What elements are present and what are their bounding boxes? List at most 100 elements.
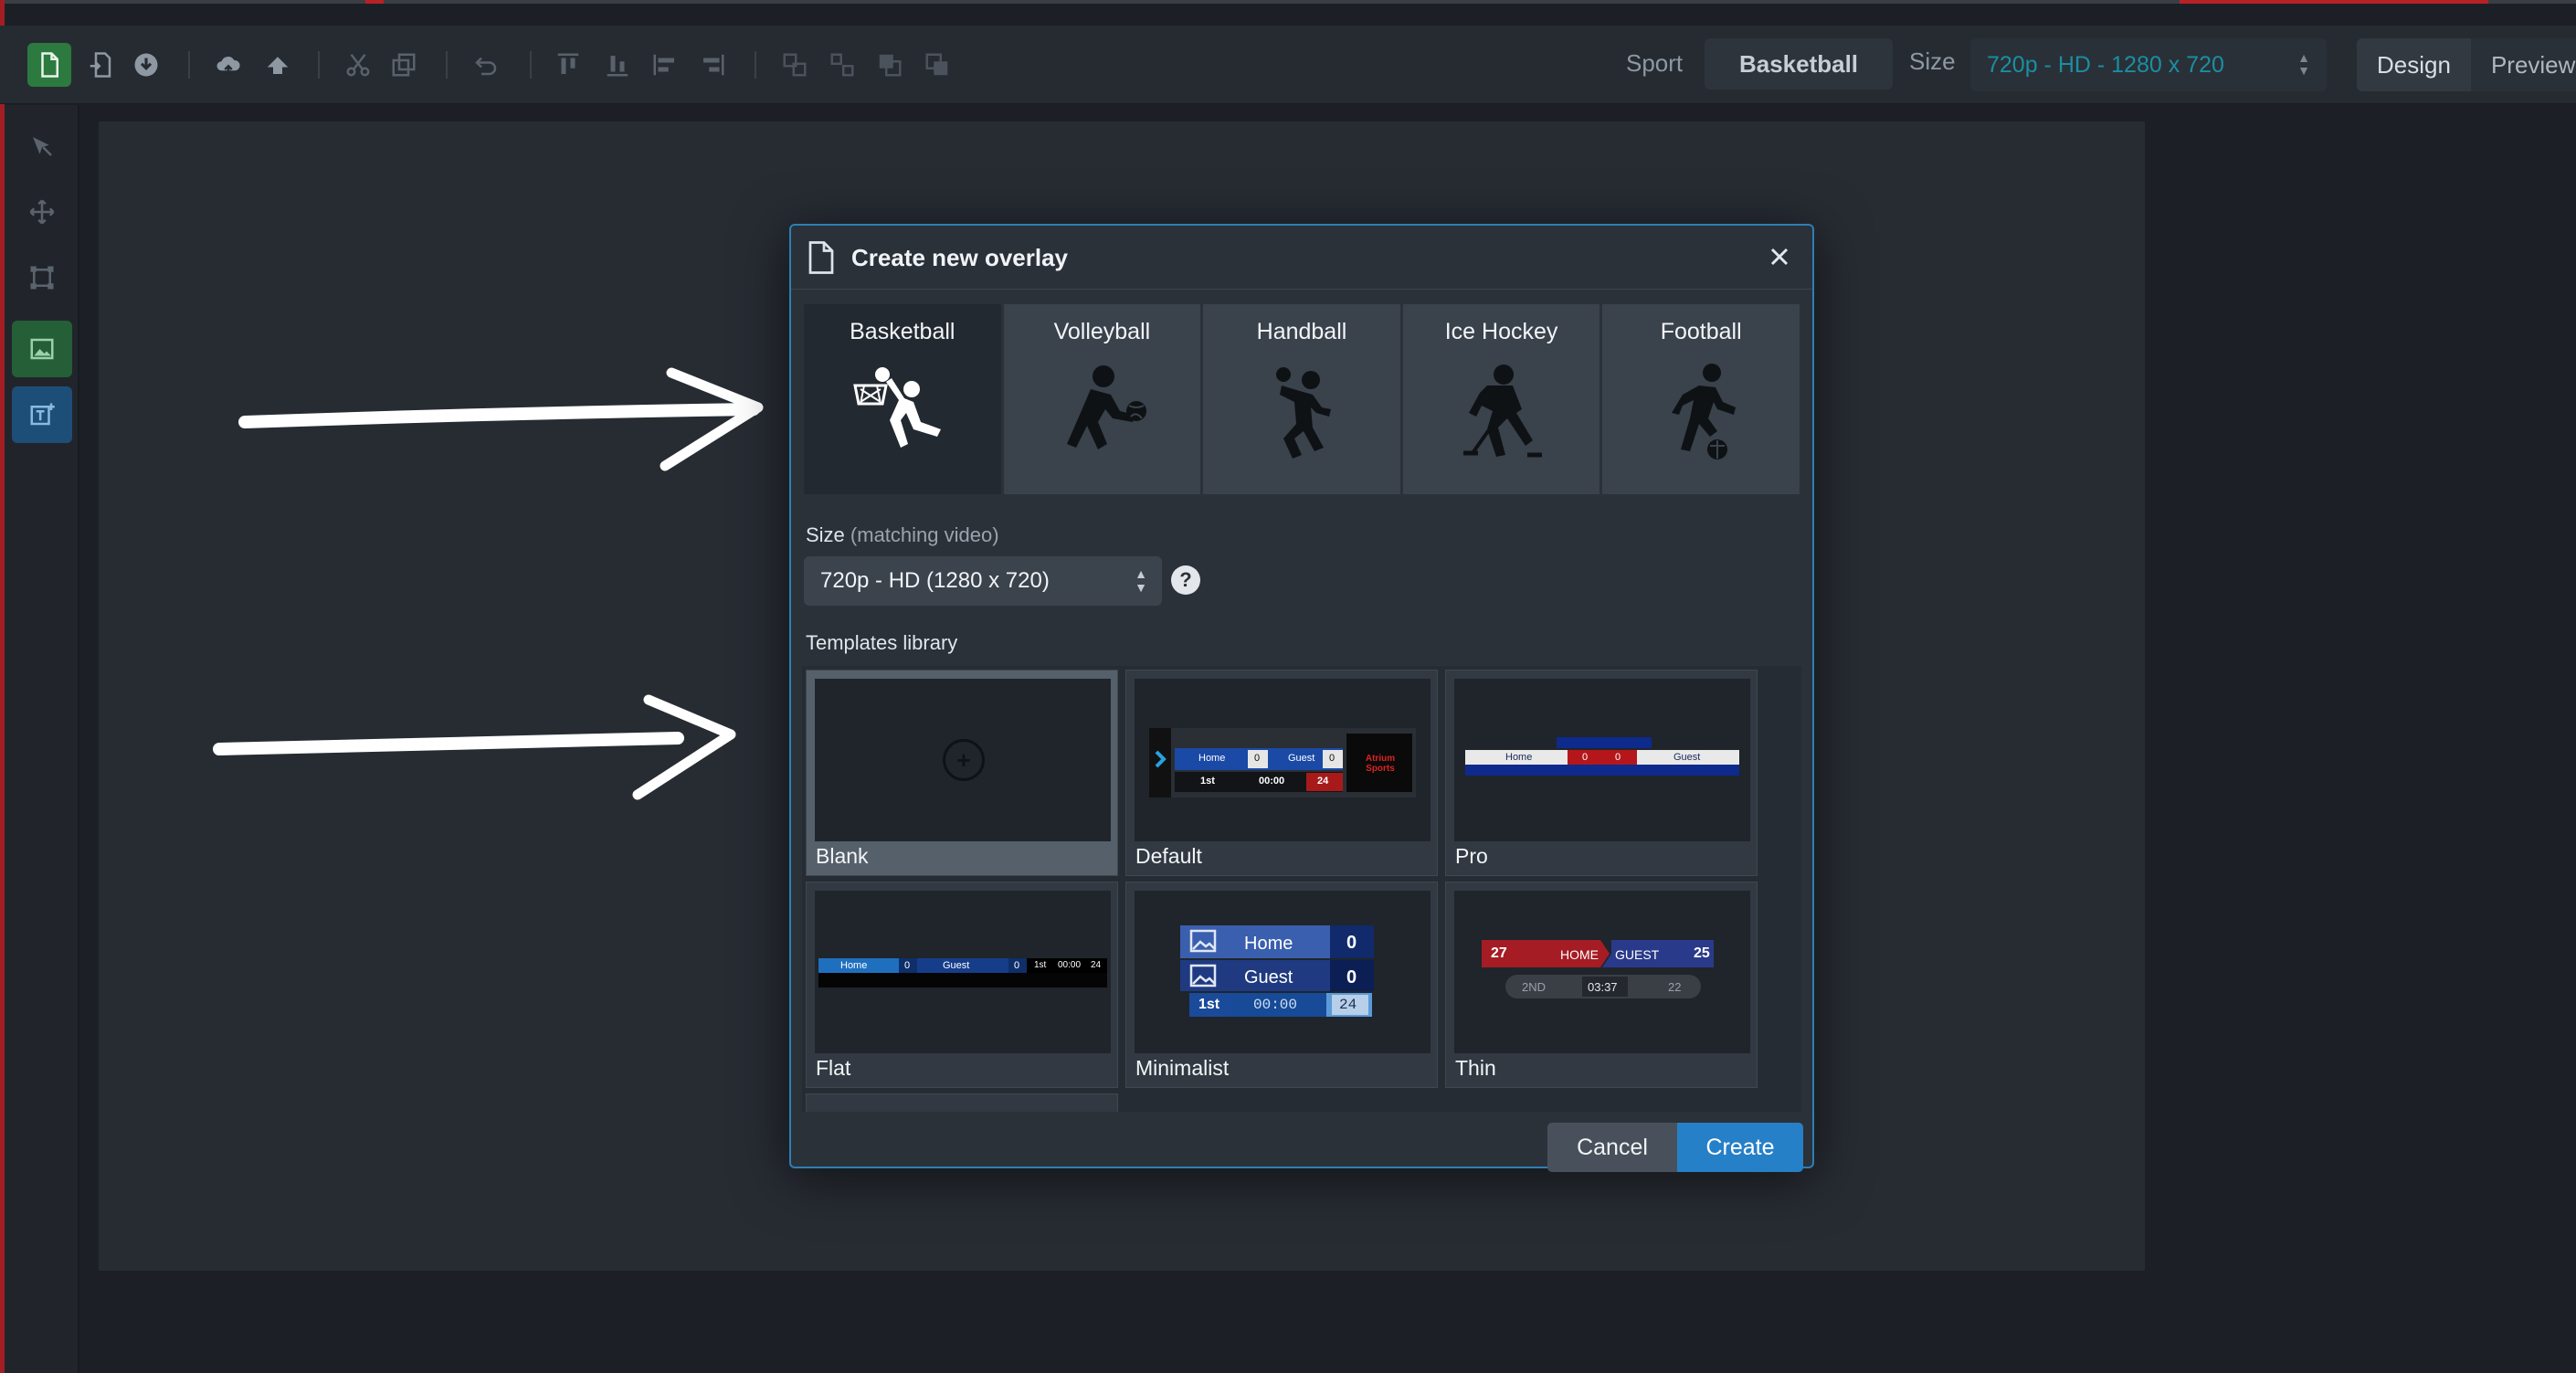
mini-home-score: 0 xyxy=(1254,753,1261,764)
template-name: Flat xyxy=(816,1056,851,1080)
mini-shot: 24 xyxy=(1317,776,1329,787)
thin-scoreboard-preview xyxy=(1482,940,1714,998)
football-player-icon xyxy=(1672,364,1737,459)
template-minimalist[interactable]: Home 0 Guest 0 1st 00:00 24 Minimalist xyxy=(1125,882,1438,1088)
tab-design[interactable]: Design xyxy=(2357,38,2471,91)
template-thumbnail: Home 0 Guest 0 1st 00:00 24 Atrium Sport… xyxy=(1135,679,1431,841)
ungroup-button[interactable] xyxy=(820,43,864,87)
mini-clock: 00:00 xyxy=(1259,776,1285,787)
mini-guest-score: 0 xyxy=(1329,753,1336,764)
mini-shot: 24 xyxy=(1339,997,1357,1013)
template-thumbnail: Home 0 0 Guest xyxy=(1454,679,1750,841)
add-image-button[interactable] xyxy=(12,321,72,377)
mini-home-score: 0 xyxy=(1346,933,1357,953)
cloud-upload-icon xyxy=(216,57,240,77)
size-field-label-text: Size xyxy=(806,523,845,546)
template-default[interactable]: Home 0 Guest 0 1st 00:00 24 Atrium Sport… xyxy=(1125,670,1438,876)
cut-button[interactable] xyxy=(336,43,380,87)
group-button[interactable] xyxy=(773,43,817,87)
top-strip-segment xyxy=(365,0,384,4)
align-right-button[interactable] xyxy=(691,43,734,87)
transform-tool-button[interactable] xyxy=(12,249,72,306)
overlay-size-value: 720p - HD (1280 x 720) xyxy=(820,568,1050,593)
move-tool-button[interactable] xyxy=(12,184,72,240)
undo-button[interactable] xyxy=(464,43,508,87)
cancel-button[interactable]: Cancel xyxy=(1547,1123,1677,1172)
mini-period: 2ND xyxy=(1522,980,1547,994)
mini-clock: 00:00 xyxy=(1058,960,1082,970)
align-left-icon xyxy=(653,54,674,76)
mini-home-score: 0 xyxy=(904,960,911,971)
import-button[interactable] xyxy=(79,43,122,87)
sport-value[interactable]: Basketball xyxy=(1705,38,1893,90)
publish-icon xyxy=(267,57,289,74)
sport-tab-ice-hockey[interactable]: Ice Hockey xyxy=(1402,304,1600,494)
new-file-button[interactable] xyxy=(27,43,71,87)
transform-icon xyxy=(30,266,54,290)
create-overlay-dialog: Create new overlay Basketball Volleyball xyxy=(789,224,1814,1172)
download-icon xyxy=(134,53,158,77)
template-name: Pro xyxy=(1455,844,1488,868)
add-text-button[interactable] xyxy=(12,386,72,443)
handball-player-icon xyxy=(1275,367,1331,459)
sport-tab-football[interactable]: Football xyxy=(1602,304,1800,494)
toolbar: Sport Basketball Size 720p - HD - 1280 x… xyxy=(0,26,2576,104)
top-strip-segment xyxy=(2180,0,2488,4)
close-button[interactable] xyxy=(1765,242,1794,271)
size-select[interactable]: 720p - HD - 1280 x 720 ▲ ▼ xyxy=(1970,38,2327,91)
template-pro[interactable]: Home 0 0 Guest Pro xyxy=(1445,670,1758,876)
mini-home-score: 27 xyxy=(1491,945,1507,961)
align-right-icon xyxy=(703,54,724,76)
mini-clock: 03:37 xyxy=(1588,980,1618,994)
mini-guest-score: 0 xyxy=(1014,960,1020,971)
template-thin[interactable]: 27 HOME GUEST 25 2ND 03:37 22 Thin xyxy=(1445,882,1758,1088)
volleyball-player-icon xyxy=(1067,365,1147,449)
mini-home: Home xyxy=(1505,752,1533,763)
mini-guest: Guest xyxy=(1244,967,1293,988)
overlay-size-select[interactable]: 720p - HD (1280 x 720) ▲ ▼ xyxy=(804,556,1162,606)
mini-period: 1st xyxy=(1034,960,1047,970)
copy-icon xyxy=(392,53,416,77)
bring-forward-button[interactable] xyxy=(868,43,912,87)
updown-arrows-icon: ▲ ▼ xyxy=(1135,566,1147,595)
sport-tab-label: Ice Hockey xyxy=(1444,319,1558,344)
toolbar-separator xyxy=(755,51,756,79)
sport-tab-volleyball[interactable]: Volleyball xyxy=(1003,304,1201,494)
sport-tab-handball[interactable]: Handball xyxy=(1203,304,1400,494)
upload-cloud-button[interactable] xyxy=(206,43,250,87)
download-button[interactable] xyxy=(124,43,168,87)
copy-button[interactable] xyxy=(382,43,426,87)
mini-home: Home xyxy=(840,960,868,971)
sport-tab-basketball[interactable]: Basketball xyxy=(804,304,1001,494)
mini-period: 1st xyxy=(1200,776,1215,787)
mini-home: Home xyxy=(1244,934,1293,954)
align-top-button[interactable] xyxy=(546,43,590,87)
help-icon[interactable]: ? xyxy=(1171,565,1200,595)
send-backward-button[interactable] xyxy=(915,43,959,87)
flat-scoreboard-preview xyxy=(818,958,1107,988)
tab-preview[interactable]: Preview xyxy=(2470,38,2576,91)
template-blank[interactable]: + Blank xyxy=(806,670,1118,876)
top-strip xyxy=(0,0,2576,4)
template-name: Default xyxy=(1135,844,1202,868)
select-tool-button[interactable] xyxy=(12,118,72,174)
sport-tab-label: Football xyxy=(1660,319,1742,344)
align-top-icon xyxy=(557,53,579,74)
align-bottom-button[interactable] xyxy=(596,43,639,87)
template-flat[interactable]: Home 0 Guest 0 1st 00:00 24 Flat xyxy=(806,882,1118,1088)
bring-forward-icon xyxy=(879,54,902,77)
close-icon xyxy=(1770,248,1789,266)
mini-guest: Guest xyxy=(1288,753,1315,764)
mini-clock: 00:00 xyxy=(1253,997,1298,1013)
ice-hockey-player-icon xyxy=(1462,364,1542,458)
template-partial[interactable] xyxy=(806,1093,1118,1112)
text-box-icon xyxy=(30,403,55,426)
align-left-button[interactable] xyxy=(643,43,687,87)
sport-tab-label: Volleyball xyxy=(1053,319,1151,344)
mini-shot: 22 xyxy=(1668,980,1682,994)
publish-button[interactable] xyxy=(256,43,300,87)
toolbar-separator xyxy=(530,51,532,79)
mini-guest-score: 0 xyxy=(1615,752,1621,763)
template-name: Thin xyxy=(1455,1056,1496,1080)
create-button[interactable]: Create xyxy=(1677,1123,1803,1172)
